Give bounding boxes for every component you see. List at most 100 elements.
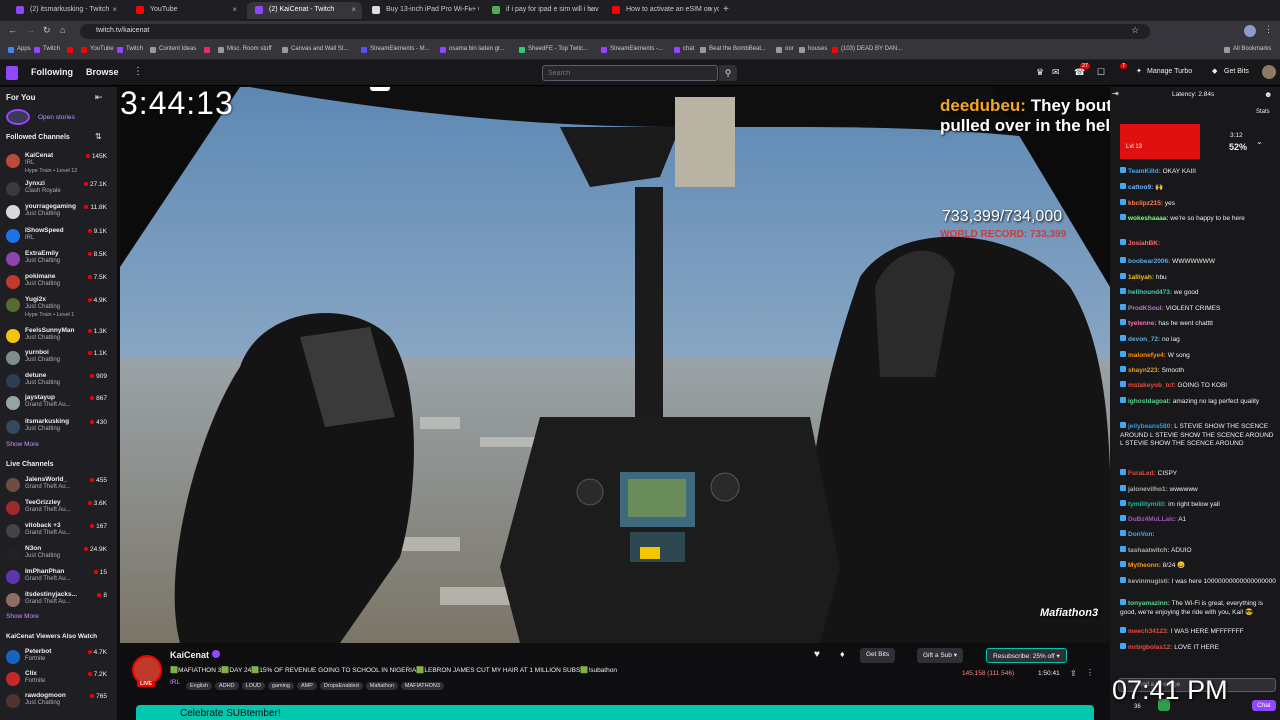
bookmark-item[interactable]: YouTube	[81, 46, 114, 53]
tag-chip[interactable]: LOUD	[241, 682, 265, 690]
sidebar-channel-item[interactable]: jaystayup Grand Theft Au... 867	[0, 393, 117, 415]
sidebar-channel-item[interactable]: IShowSpeed IRL 9.1K	[0, 226, 117, 248]
sidebar-channel-item[interactable]: N3on Just Chatting 24.9K	[0, 544, 117, 566]
sidebar-channel-item[interactable]: Clix Fortnite 7.2K	[0, 669, 117, 691]
more-options-icon[interactable]: ⋮	[1086, 668, 1094, 677]
profile-avatar[interactable]	[1244, 25, 1256, 37]
bookmark-item[interactable]: chat	[674, 46, 694, 53]
bookmark-item[interactable]: Apps	[8, 46, 31, 53]
bookmark-item[interactable]: osama bin laden gr...	[440, 46, 505, 53]
sidebar-channel-item[interactable]: Peterbot Fortnite 4.7K	[0, 647, 117, 669]
browser-tab[interactable]: Buy 13-inch iPad Pro Wi-Fi + C ×	[364, 2, 479, 19]
sidebar-channel-item[interactable]: ExtraEmily Just Chatting 8.5K	[0, 249, 117, 271]
tag-chip[interactable]: AMP	[296, 682, 317, 690]
turbo-icon[interactable]: ✦	[1136, 67, 1142, 75]
sidebar-channel-item[interactable]: Jynxzi Clash Royale 27.1K	[0, 179, 117, 201]
bookmark-star-icon[interactable]: ☆	[1131, 25, 1139, 36]
sidebar-channel-item[interactable]: ImPhanPhan Grand Theft Au... 15	[0, 567, 117, 589]
sidebar-channel-item[interactable]: detune Just Chatting 909	[0, 371, 117, 393]
bookmark-item[interactable]: (103) DEAD BY DAN...	[832, 46, 902, 53]
chat-username[interactable]: devon_72:	[1128, 336, 1160, 343]
chat-username[interactable]: Mytheonn:	[1128, 562, 1161, 569]
stories-icon[interactable]	[6, 109, 30, 125]
sidebar-channel-item[interactable]: rawdogmoon Just Chatting 765	[0, 691, 117, 713]
menu-icon[interactable]: ⋮	[1264, 24, 1273, 35]
sidebar-channel-item[interactable]: yourragegaming Just Chatting 11.8K	[0, 202, 117, 224]
chat-username[interactable]: DuBz4MuLLaIc:	[1128, 516, 1177, 523]
get-bits-button[interactable]: Get Bits	[1224, 68, 1249, 75]
search-icon[interactable]: ⚲	[719, 65, 737, 81]
notifications-icon[interactable]: ✉	[1052, 67, 1060, 78]
reload-icon[interactable]: ↻	[43, 25, 51, 36]
browser-tab[interactable]: if i pay for ipad e sim will i hav ×	[484, 2, 599, 19]
sidebar-channel-item[interactable]: itsmarkusking Just Chatting 430	[0, 417, 117, 439]
chevron-down-icon[interactable]: ⌄	[1256, 137, 1263, 146]
prediction-bar[interactable]: Lvl 13	[1120, 124, 1200, 159]
sidebar-channel-item[interactable]: JalensWorld_ Grand Theft Au... 455	[0, 475, 117, 497]
sidebar-channel-item[interactable]: yurnboi Just Chatting 1.1K	[0, 348, 117, 370]
bookmark-item[interactable]: houses	[799, 46, 827, 53]
chat-username[interactable]: mstakeyob_tcf:	[1128, 382, 1176, 389]
share-icon[interactable]: ⇪	[1070, 669, 1077, 678]
chat-username[interactable]: cattoo9:	[1128, 184, 1153, 191]
sort-icon[interactable]: ⇅	[95, 132, 102, 141]
sidebar-channel-item[interactable]: FeelsSunnyMan Just Chatting 1.3K	[0, 326, 117, 348]
chat-username[interactable]: meech34123:	[1128, 628, 1169, 635]
all-bookmarks[interactable]: All Bookmarks	[1224, 46, 1271, 53]
sidebar-channel-item[interactable]: Yugi2x Just Chatting Hype Train • Level 1 4…	[0, 295, 117, 318]
users-icon[interactable]: ☻	[1264, 90, 1272, 99]
url-field[interactable]: twitch.tv/kaicenat	[80, 24, 1150, 39]
notification-bell-icon[interactable]: ♦	[840, 649, 845, 659]
chat-send-button[interactable]: Chat	[1252, 700, 1276, 711]
new-tab-icon[interactable]: +	[723, 4, 729, 15]
chat-username[interactable]: tyelenne:	[1128, 320, 1157, 327]
collapse-icon[interactable]: ⇤	[95, 92, 103, 103]
chat-username[interactable]: boobear2006:	[1128, 258, 1170, 265]
chat-username[interactable]: wokeshaaaa:	[1128, 215, 1168, 222]
browser-tab[interactable]: YouTube ×	[128, 2, 243, 19]
bookmark-item[interactable]: Misc. Room stuff	[218, 46, 272, 53]
sidebar-channel-item[interactable]: TeeGrizzley Grand Theft Au... 3.6K	[0, 498, 117, 520]
sidebar-channel-item[interactable]: itsdestinyjacks... Grand Theft Au... 8	[0, 590, 117, 612]
browser-tab[interactable]: (2) itsmarkusking - Twitch ×	[8, 2, 123, 19]
tag-chip[interactable]: ADHD	[215, 682, 239, 690]
following-link[interactable]: Following	[31, 67, 73, 77]
chat-username[interactable]: jellybeans580:	[1128, 423, 1172, 430]
chat-username[interactable]: ProdKSoul:	[1128, 305, 1164, 312]
back-icon[interactable]: ←	[8, 25, 17, 35]
more-menu-icon[interactable]: ⋮	[133, 66, 143, 77]
tag-chip[interactable]: MAFIATHON3	[400, 682, 444, 690]
bookmark-item[interactable]: Beat the BombBeat...	[700, 46, 766, 53]
bookmark-item[interactable]: StreamElements -...	[601, 46, 663, 53]
gift-sub-button[interactable]: Gift a Sub ▾	[917, 648, 963, 663]
chat-username[interactable]: ighostdagoat:	[1128, 398, 1171, 405]
user-avatar[interactable]	[1262, 65, 1276, 79]
sidebar-channel-item[interactable]: pokimane Just Chatting 7.5K	[0, 272, 117, 294]
open-stories-link[interactable]: Open stories	[38, 114, 75, 121]
browse-link[interactable]: Browse	[86, 67, 119, 77]
forward-icon[interactable]: →	[26, 25, 35, 35]
tab-close-icon[interactable]: ×	[112, 5, 117, 14]
chat-username[interactable]: kbclipz215:	[1128, 200, 1163, 207]
chat-username[interactable]: FuraLed:	[1128, 470, 1156, 477]
collapse-chat-icon[interactable]: ⇥	[1112, 89, 1119, 98]
show-more-followed[interactable]: Show More	[6, 441, 39, 448]
twitch-logo-icon[interactable]	[6, 66, 18, 80]
tab-close-icon[interactable]: ×	[588, 5, 593, 14]
tab-close-icon[interactable]: ×	[468, 5, 473, 14]
search-input[interactable]	[542, 65, 718, 81]
video-player[interactable]: 3:44:13 VJ deedubeu: They bouta get pull…	[120, 87, 1110, 643]
chat-username[interactable]: jalonevilho1:	[1128, 486, 1168, 493]
chat-username[interactable]: TeamKilld:	[1128, 168, 1161, 175]
get-bits-info-button[interactable]: Get Bits	[860, 648, 896, 663]
streamer-name[interactable]: KaiCenat	[170, 650, 209, 660]
chat-username[interactable]: shayn223:	[1128, 367, 1160, 374]
chat-username[interactable]: malonefye4:	[1128, 352, 1166, 359]
chat-username[interactable]: tonyamazinn:	[1128, 600, 1170, 607]
tag-chip[interactable]: DropsEnabled	[319, 682, 363, 690]
show-more-live[interactable]: Show More	[6, 613, 39, 620]
chat-username[interactable]: hellhound473:	[1128, 289, 1172, 296]
tab-close-icon[interactable]: ×	[232, 5, 237, 14]
tab-close-icon[interactable]: ×	[708, 5, 713, 14]
category-link[interactable]: IRL	[170, 679, 180, 686]
